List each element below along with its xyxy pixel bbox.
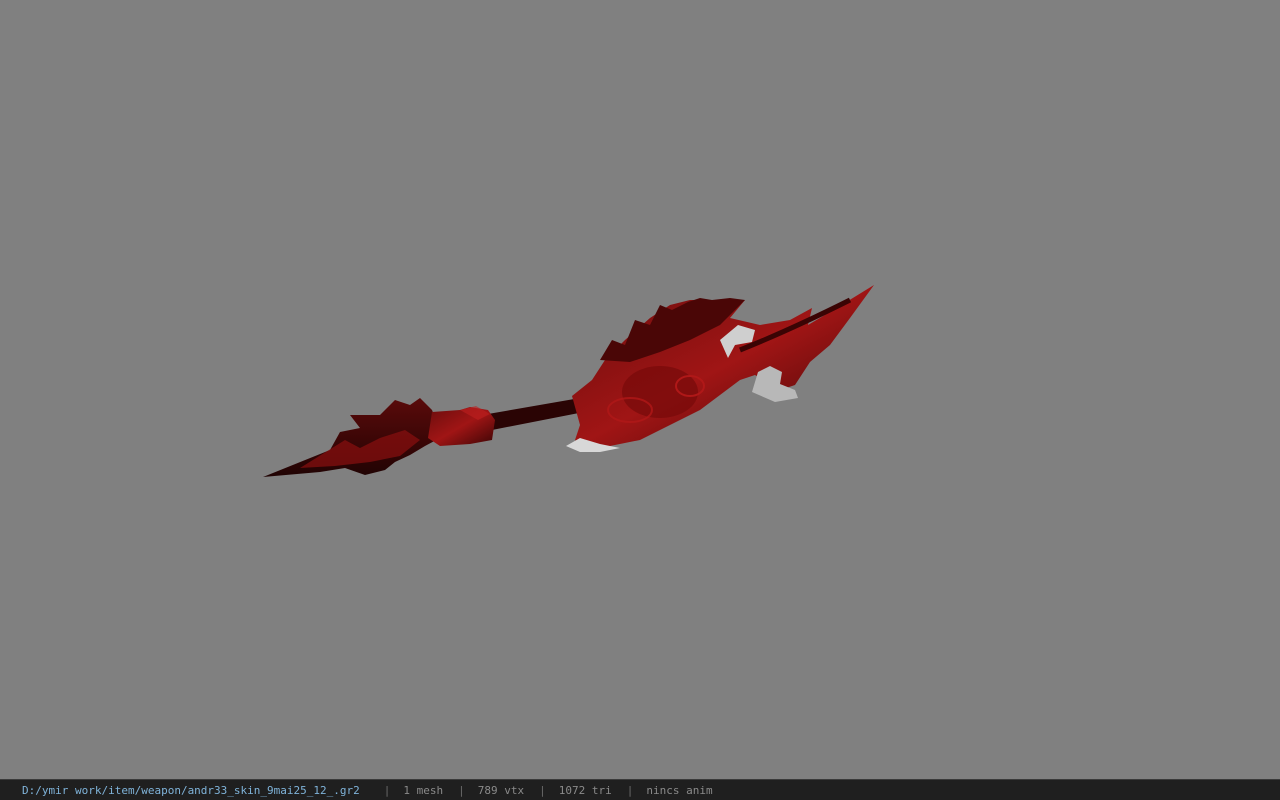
triangle-count: 1072 tri	[558, 783, 612, 797]
separator: |	[383, 783, 391, 797]
separator: |	[458, 783, 465, 797]
3d-viewport[interactable]	[0, 0, 1280, 779]
mesh-count: 1 mesh	[403, 783, 444, 797]
separator: |	[539, 783, 546, 797]
weapon-model-icon	[263, 285, 874, 477]
vertex-count: 789 vtx	[477, 783, 525, 797]
file-path: D:/ymir work/item/weapon/andr33_skin_9ma…	[22, 783, 360, 797]
animation-status: nincs anim	[646, 783, 713, 797]
separator: |	[626, 783, 634, 797]
status-bar: D:/ymir work/item/weapon/andr33_skin_9ma…	[0, 779, 1280, 800]
